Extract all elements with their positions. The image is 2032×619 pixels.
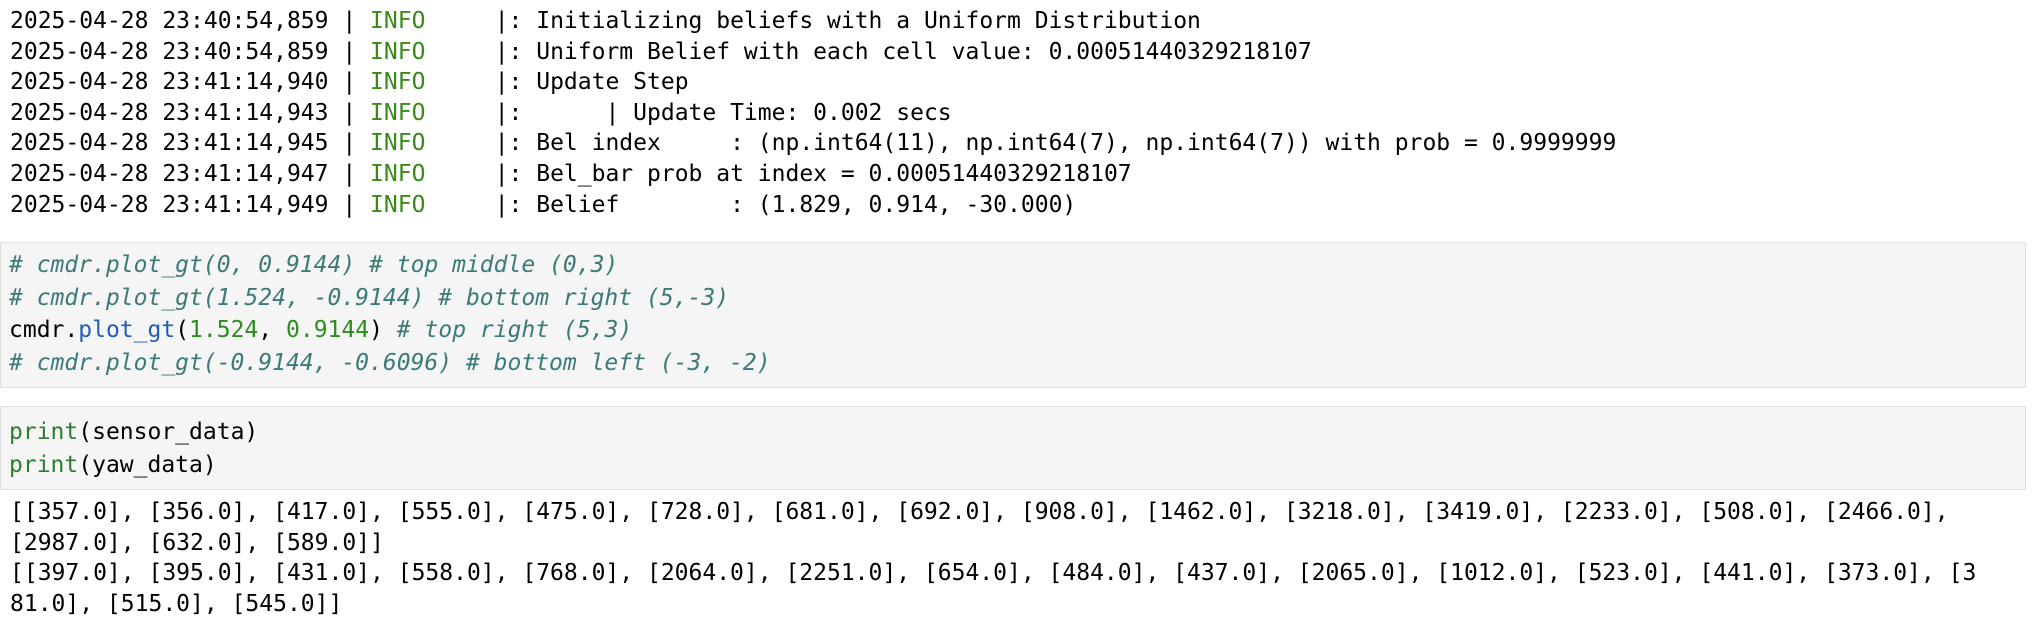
- code-args: (yaw_data): [78, 451, 217, 478]
- output-line: [[397.0], [395.0], [431.0], [558.0], [76…: [10, 560, 1977, 587]
- log-line: 2025-04-28 23:41:14,943 | INFO |: | Upda…: [10, 98, 2032, 129]
- code-paren-close: ): [369, 317, 383, 343]
- log-line: 2025-04-28 23:40:54,859 | INFO |: Unifor…: [10, 37, 2032, 68]
- code-object: cmdr: [9, 317, 65, 343]
- log-level-pad: [425, 161, 494, 187]
- code-comment: # cmdr.plot_gt(-0.9144, -0.6096) # botto…: [9, 349, 771, 376]
- code-comment: # top right (5,3): [382, 317, 633, 343]
- log-message: |: Update Step: [494, 69, 689, 96]
- output-line: [[357.0], [356.0], [417.0], [555.0], [47…: [10, 499, 1949, 525]
- code-function: plot_gt: [78, 317, 176, 343]
- log-message: |: | Update Time: 0.002 secs: [494, 99, 952, 126]
- print-output: [[357.0], [356.0], [417.0], [555.0], [47…: [10, 497, 2026, 619]
- code-cell-print[interactable]: print(sensor_data) print(yaw_data): [0, 406, 2026, 490]
- log-level: INFO: [370, 38, 426, 65]
- log-timestamp: 2025-04-28 23:41:14,940: [10, 69, 329, 96]
- code-number: 1.524: [189, 317, 259, 343]
- log-timestamp: 2025-04-28 23:41:14,947: [10, 160, 329, 187]
- code-builtin: print: [9, 451, 79, 478]
- log-separator: |: [328, 69, 371, 96]
- code-comment: # cmdr.plot_gt(0, 0.9144) # top middle (…: [9, 252, 619, 278]
- code-number: 0.9144: [286, 317, 370, 343]
- code-args: (sensor_data): [78, 419, 259, 445]
- code-builtin: print: [9, 419, 79, 445]
- log-level-pad: [425, 8, 494, 34]
- code-cell-plot[interactable]: # cmdr.plot_gt(0, 0.9144) # top middle (…: [0, 242, 2026, 388]
- log-message: |: Initializing beliefs with a Uniform D…: [494, 8, 1201, 34]
- log-message: |: Belief : (1.829, 0.914, -30.000): [494, 191, 1077, 218]
- log-timestamp: 2025-04-28 23:41:14,945: [10, 130, 329, 157]
- log-line: 2025-04-28 23:40:54,859 | INFO |: Initia…: [10, 6, 2032, 37]
- log-level: INFO: [370, 8, 426, 34]
- log-timestamp: 2025-04-28 23:40:54,859: [10, 38, 329, 65]
- log-line: 2025-04-28 23:41:14,949 | INFO |: Belief…: [10, 190, 2032, 221]
- code-dot: .: [64, 317, 79, 343]
- code-comment: # cmdr.plot_gt(1.524, -0.9144) # bottom …: [9, 284, 730, 311]
- log-line: 2025-04-28 23:41:14,947 | INFO |: Bel_ba…: [10, 159, 2032, 190]
- log-line: 2025-04-28 23:41:14,940 | INFO |: Update…: [10, 67, 2032, 98]
- log-message: |: Uniform Belief with each cell value: …: [494, 38, 1312, 65]
- log-output: 2025-04-28 23:40:54,859 | INFO |: Initia…: [10, 6, 2032, 220]
- log-message: |: Bel_bar prob at index = 0.00051440329…: [494, 160, 1132, 187]
- code-line[interactable]: # cmdr.plot_gt(-0.9144, -0.6096) # botto…: [9, 347, 771, 380]
- log-level: INFO: [370, 99, 426, 126]
- code-line[interactable]: # cmdr.plot_gt(0, 0.9144) # top middle (…: [9, 249, 771, 282]
- log-message: |: Bel index : (np.int64(11), np.int64(7…: [494, 130, 1617, 157]
- log-line: 2025-04-28 23:41:14,945 | INFO |: Bel in…: [10, 128, 2032, 159]
- log-separator: |: [328, 191, 371, 218]
- log-level: INFO: [370, 69, 426, 96]
- log-separator: |: [328, 38, 371, 65]
- code-comma: ,: [258, 317, 286, 343]
- log-separator: |: [328, 99, 371, 126]
- log-timestamp: 2025-04-28 23:40:54,859: [10, 8, 329, 34]
- log-level-pad: [425, 130, 494, 156]
- output-line: [2987.0], [632.0], [589.0]]: [10, 529, 384, 556]
- code-line[interactable]: print(yaw_data): [9, 449, 258, 482]
- log-level-pad: [425, 100, 494, 126]
- log-separator: |: [328, 8, 371, 34]
- log-separator: |: [328, 160, 371, 187]
- code-paren-open: (: [175, 317, 190, 343]
- log-level-pad: [425, 192, 494, 218]
- code-editor[interactable]: # cmdr.plot_gt(0, 0.9144) # top middle (…: [9, 249, 771, 379]
- code-line[interactable]: cmdr.plot_gt(1.524, 0.9144) # top right …: [9, 314, 771, 347]
- log-level: INFO: [370, 130, 426, 157]
- log-separator: |: [328, 130, 371, 157]
- log-timestamp: 2025-04-28 23:41:14,943: [10, 99, 329, 126]
- log-timestamp: 2025-04-28 23:41:14,949: [10, 191, 329, 218]
- log-level-pad: [425, 69, 494, 95]
- code-line[interactable]: # cmdr.plot_gt(1.524, -0.9144) # bottom …: [9, 282, 771, 315]
- code-line[interactable]: print(sensor_data): [9, 416, 258, 449]
- log-level: INFO: [370, 191, 426, 218]
- log-level: INFO: [370, 160, 426, 187]
- code-editor[interactable]: print(sensor_data) print(yaw_data): [9, 416, 258, 481]
- log-level-pad: [425, 39, 494, 65]
- output-line: 81.0], [515.0], [545.0]]: [10, 590, 343, 617]
